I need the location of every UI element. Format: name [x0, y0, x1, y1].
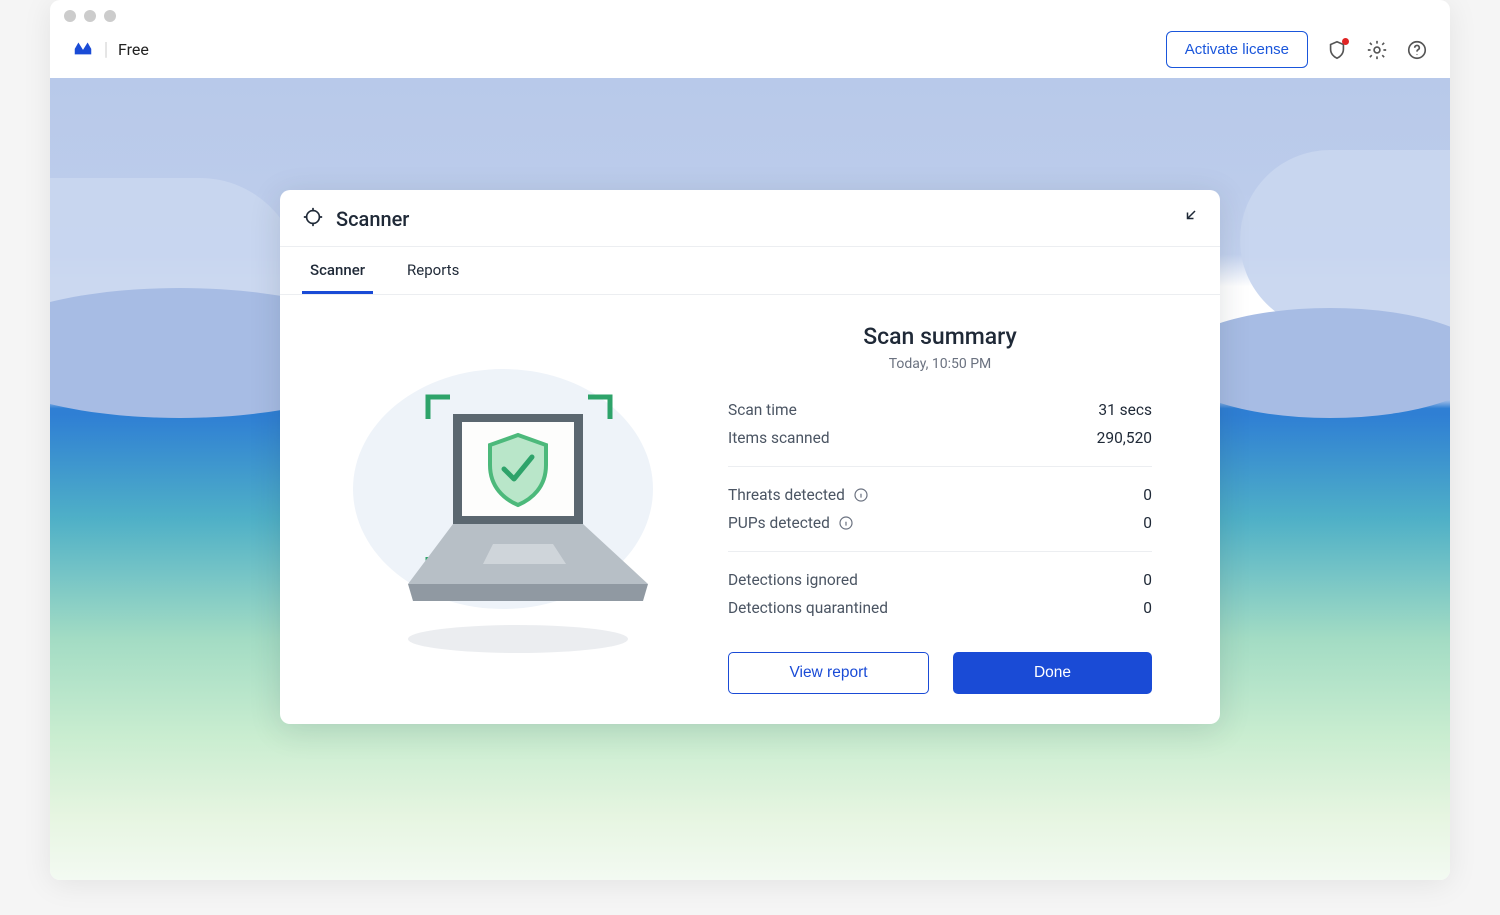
minimize-window-icon[interactable]: [84, 10, 96, 22]
license-tier: Free: [118, 40, 149, 59]
maximize-window-icon[interactable]: [104, 10, 116, 22]
scan-summary: Scan summary Today, 10:50 PM Scan time 3…: [728, 323, 1192, 694]
brand: | Free: [72, 37, 149, 63]
help-icon[interactable]: [1406, 39, 1428, 61]
divider: [728, 466, 1152, 467]
panel-title: Scanner: [336, 207, 409, 231]
ignored-label: Detections ignored: [728, 571, 858, 589]
view-report-button[interactable]: View report: [728, 652, 929, 694]
pups-value: 0: [1143, 514, 1152, 532]
row-items-scanned: Items scanned 290,520: [728, 424, 1152, 452]
summary-actions: View report Done: [728, 652, 1152, 694]
pups-label: PUPs detected: [728, 514, 830, 532]
summary-timestamp: Today, 10:50 PM: [728, 356, 1152, 372]
background-scene: Scanner Scanner Reports: [50, 78, 1450, 880]
panel-header: Scanner: [280, 190, 1220, 247]
cloud-icon: [1240, 150, 1450, 330]
done-button[interactable]: Done: [953, 652, 1152, 694]
row-pups: PUPs detected 0: [728, 509, 1152, 537]
panel-body: Scan summary Today, 10:50 PM Scan time 3…: [280, 295, 1220, 694]
threats-label: Threats detected: [728, 486, 845, 504]
divider: [728, 551, 1152, 552]
brand-logo-icon: [72, 37, 94, 63]
brand-separator: |: [104, 39, 108, 60]
ignored-value: 0: [1143, 571, 1152, 589]
notification-dot-icon: [1342, 38, 1349, 45]
threats-value: 0: [1143, 486, 1152, 504]
items-scanned-value: 290,520: [1097, 429, 1152, 447]
window-controls: [50, 0, 1450, 22]
laptop-scan-illustration: [308, 323, 708, 694]
tab-reports[interactable]: Reports: [399, 247, 467, 294]
summary-title: Scan summary: [728, 323, 1152, 350]
scanner-panel: Scanner Scanner Reports: [280, 190, 1220, 724]
info-icon[interactable]: [853, 487, 869, 503]
items-scanned-label: Items scanned: [728, 429, 830, 447]
topbar: | Free Activate license: [50, 22, 1450, 78]
collapse-icon[interactable]: [1180, 208, 1198, 230]
quarantined-label: Detections quarantined: [728, 599, 888, 617]
scan-time-value: 31 secs: [1098, 401, 1152, 419]
quarantined-value: 0: [1143, 599, 1152, 617]
settings-icon[interactable]: [1366, 39, 1388, 61]
tabs: Scanner Reports: [280, 247, 1220, 295]
row-quarantined: Detections quarantined 0: [728, 594, 1152, 622]
app-window: | Free Activate license: [50, 0, 1450, 880]
row-scan-time: Scan time 31 secs: [728, 396, 1152, 424]
row-ignored: Detections ignored 0: [728, 566, 1152, 594]
info-icon[interactable]: [838, 515, 854, 531]
close-window-icon[interactable]: [64, 10, 76, 22]
row-threats: Threats detected 0: [728, 481, 1152, 509]
activate-license-button[interactable]: Activate license: [1166, 31, 1308, 68]
tab-scanner[interactable]: Scanner: [302, 247, 373, 294]
crosshair-icon: [302, 206, 324, 232]
scan-time-label: Scan time: [728, 401, 797, 419]
shield-notification-icon[interactable]: [1326, 39, 1348, 61]
